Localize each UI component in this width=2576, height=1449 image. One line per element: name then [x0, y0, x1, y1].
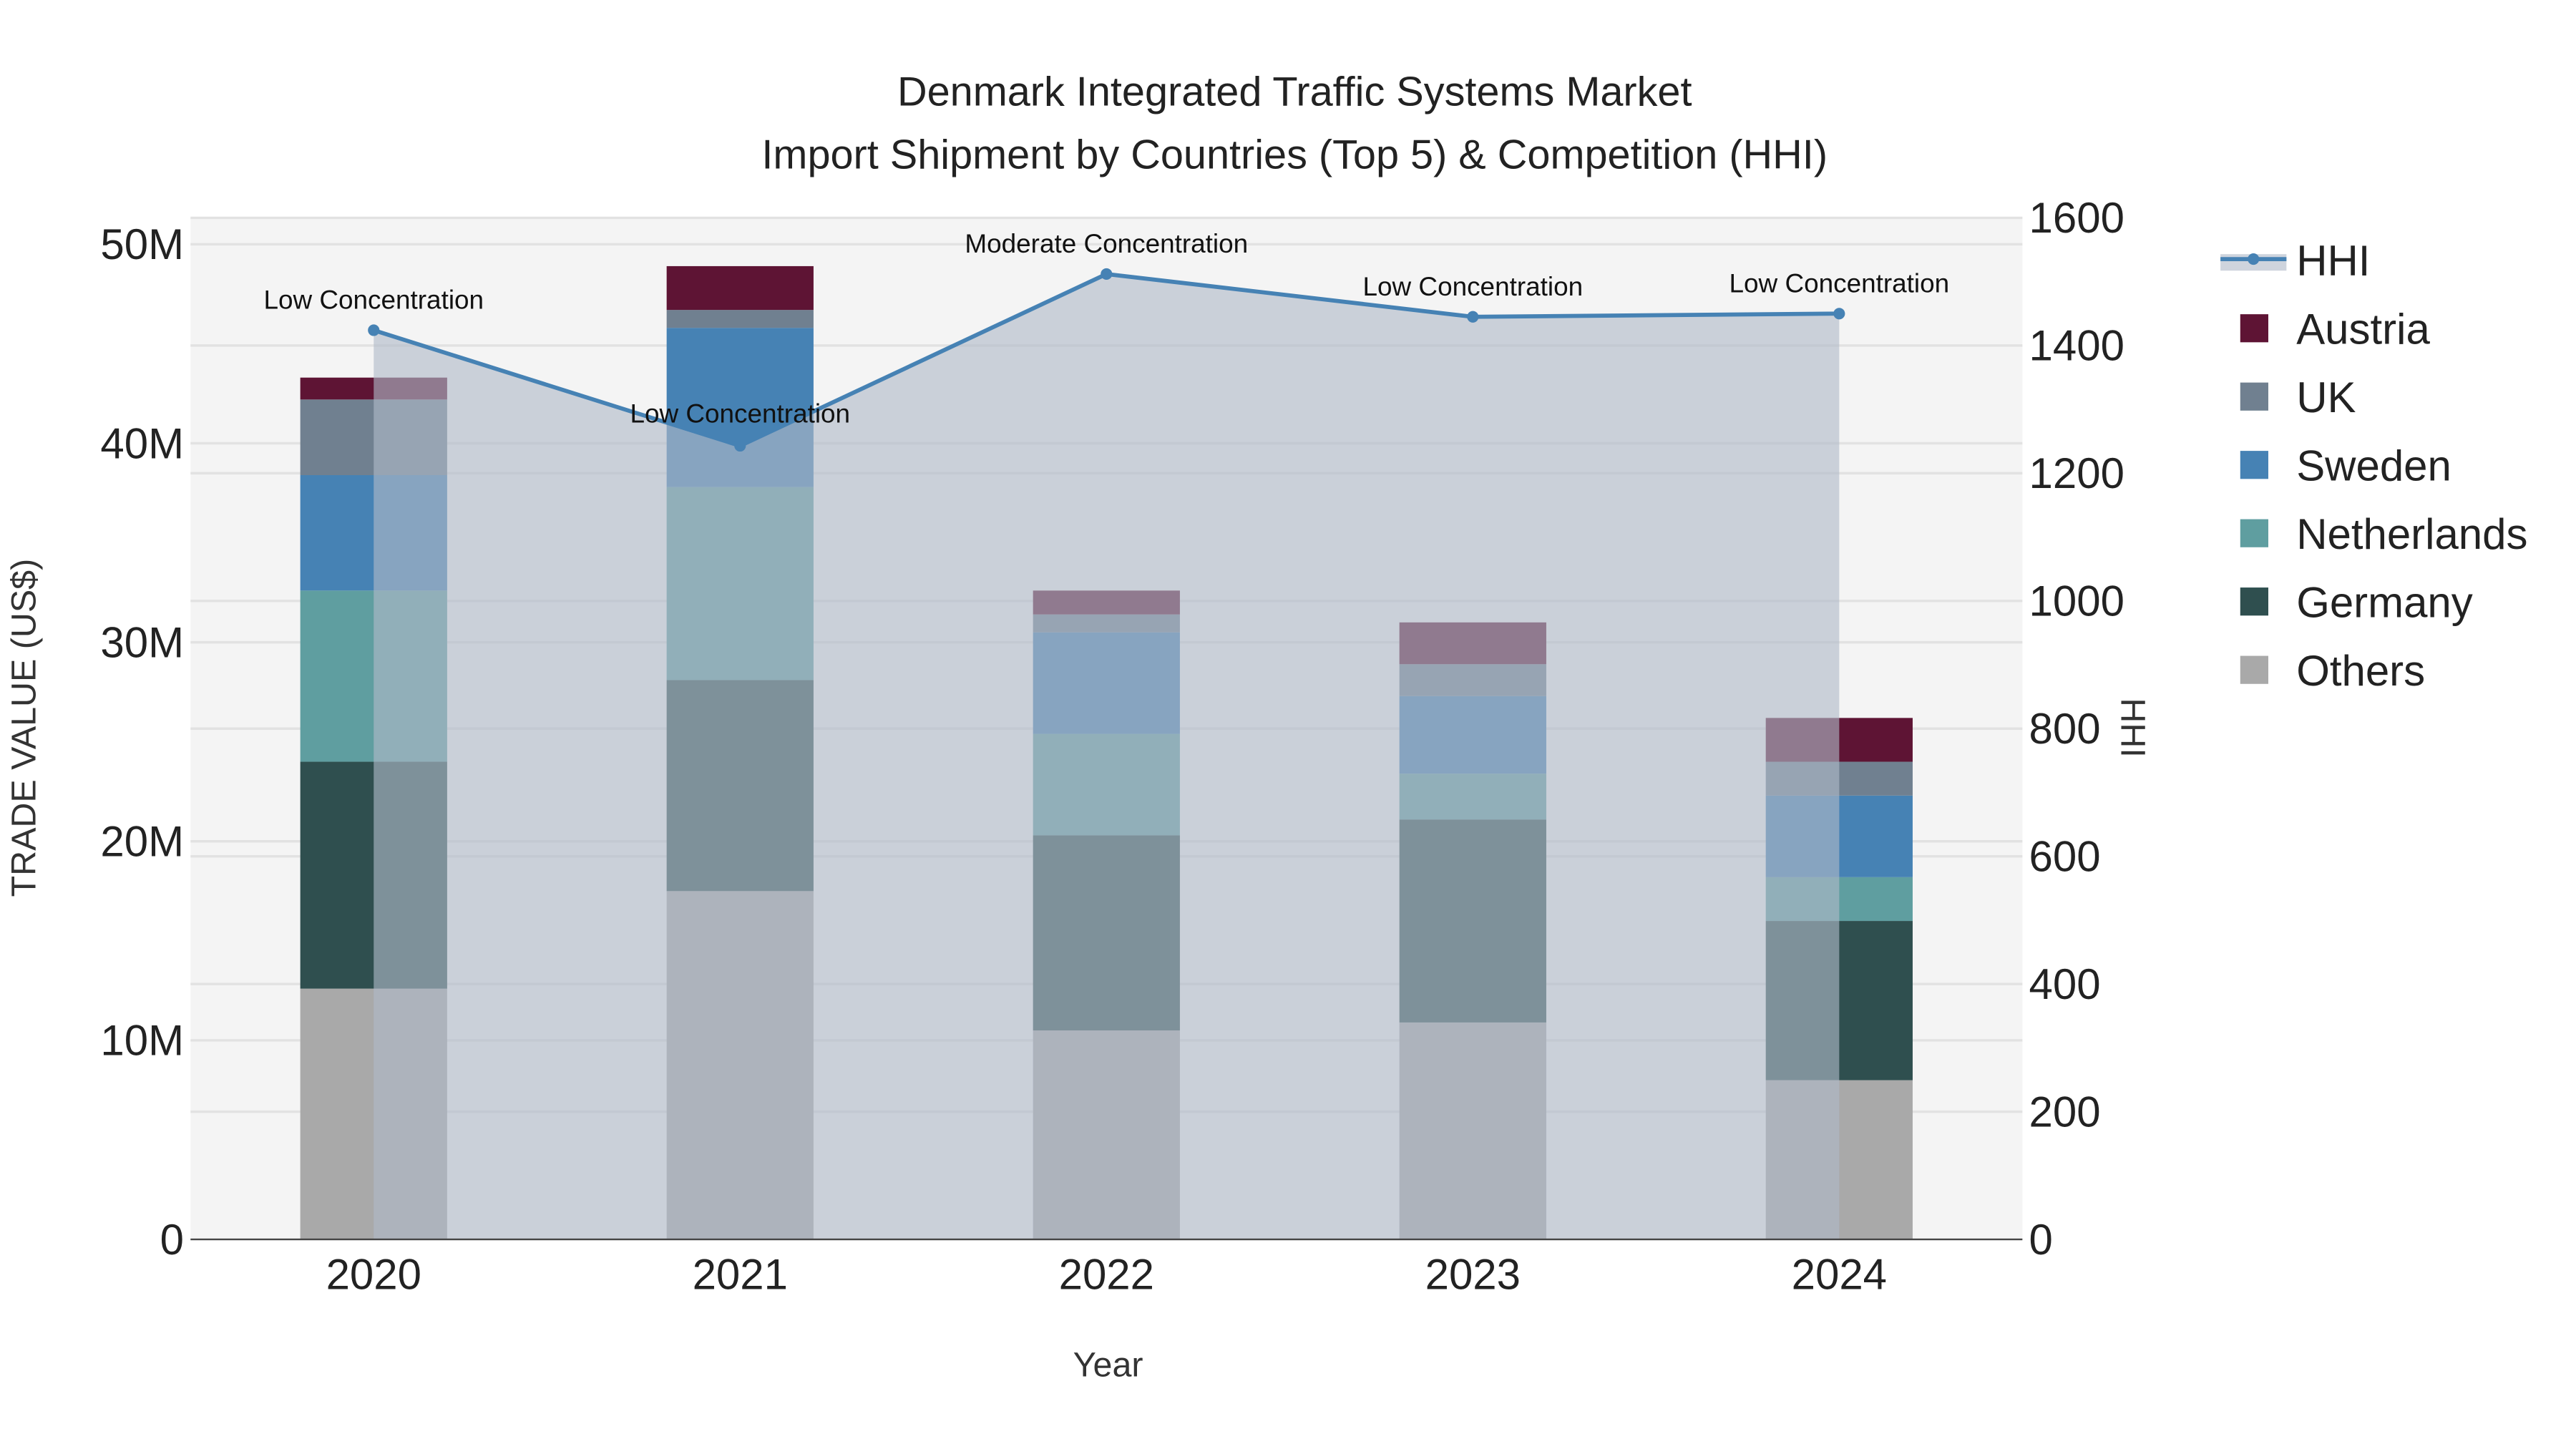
chart-subtitle: Import Shipment by Countries (Top 5) & C…: [761, 132, 1828, 177]
chart-title: Denmark Integrated Traffic Systems Marke…: [897, 69, 1692, 115]
hhi-point-2024: [1833, 308, 1845, 320]
y2-tick-label: 1600: [2029, 194, 2124, 242]
y2-tick-label: 0: [2029, 1216, 2053, 1264]
hhi-annotation: Low Concentration: [263, 286, 484, 315]
legend-label: Others: [2296, 647, 2425, 695]
y2-tick-label: 200: [2029, 1088, 2101, 1136]
legend-label: Sweden: [2296, 442, 2451, 490]
y2-tick-label: 800: [2029, 705, 2101, 753]
hhi-point-2020: [368, 324, 380, 336]
x-tick-label: 2021: [693, 1250, 788, 1298]
legend-swatch: [2240, 519, 2268, 547]
x-tick-label: 2023: [1425, 1250, 1521, 1298]
chart: Low Concentration Low Concentration Modera…: [1, 0, 2575, 1449]
x-tick-label: 2022: [1059, 1250, 1154, 1298]
x-axis-title: Year: [1073, 1346, 1143, 1385]
hhi-annotation: Moderate Concentration: [965, 229, 1248, 258]
y-tick-label: 30M: [100, 618, 184, 666]
y2-axis-title: HHI: [2114, 698, 2152, 757]
legend-swatch: [2240, 655, 2268, 684]
hhi-point-2023: [1467, 311, 1479, 323]
y-tick-label: 40M: [100, 419, 184, 467]
y2-tick-label: 1400: [2029, 322, 2124, 370]
legend-swatch: [2240, 451, 2268, 479]
hhi-annotation: Low Concentration: [1729, 268, 1950, 298]
x-tick-label: 2020: [326, 1250, 421, 1298]
y2-tick-label: 1000: [2029, 577, 2124, 625]
y-tick-label: 0: [160, 1216, 184, 1264]
legend-label: Netherlands: [2296, 510, 2527, 558]
hhi-point-2021: [734, 439, 746, 452]
legend-label: Austria: [2296, 306, 2430, 353]
hhi-annotation: Low Concentration: [1363, 272, 1584, 301]
y2-tick-label: 400: [2029, 960, 2101, 1008]
legend-swatch: [2240, 587, 2268, 616]
legend-label: Germany: [2296, 579, 2473, 627]
legend-swatch: [2240, 314, 2268, 343]
bar-austria-2021: [666, 265, 814, 311]
x-tick-label: 2024: [1792, 1250, 1887, 1298]
y-tick-label: 20M: [100, 818, 184, 866]
bar-uk-2021: [666, 310, 814, 328]
legend-label: HHI: [2296, 237, 2370, 285]
y2-tick-label: 1200: [2029, 449, 2124, 497]
legend-swatch-hhi-marker: [2248, 253, 2260, 265]
y-tick-label: 10M: [100, 1017, 184, 1065]
legend-swatch: [2240, 382, 2268, 411]
y-tick-label: 50M: [100, 220, 184, 268]
legend-label: UK: [2296, 374, 2356, 421]
hhi-point-2022: [1101, 268, 1113, 280]
y2-tick-label: 600: [2029, 832, 2101, 880]
hhi-series: Low Concentration Low Concentration Modera…: [263, 229, 1950, 1240]
hhi-annotation: Low Concentration: [630, 399, 850, 428]
y-axis-title: TRADE VALUE (US$): [4, 559, 43, 897]
hhi-area: [374, 273, 1840, 1240]
